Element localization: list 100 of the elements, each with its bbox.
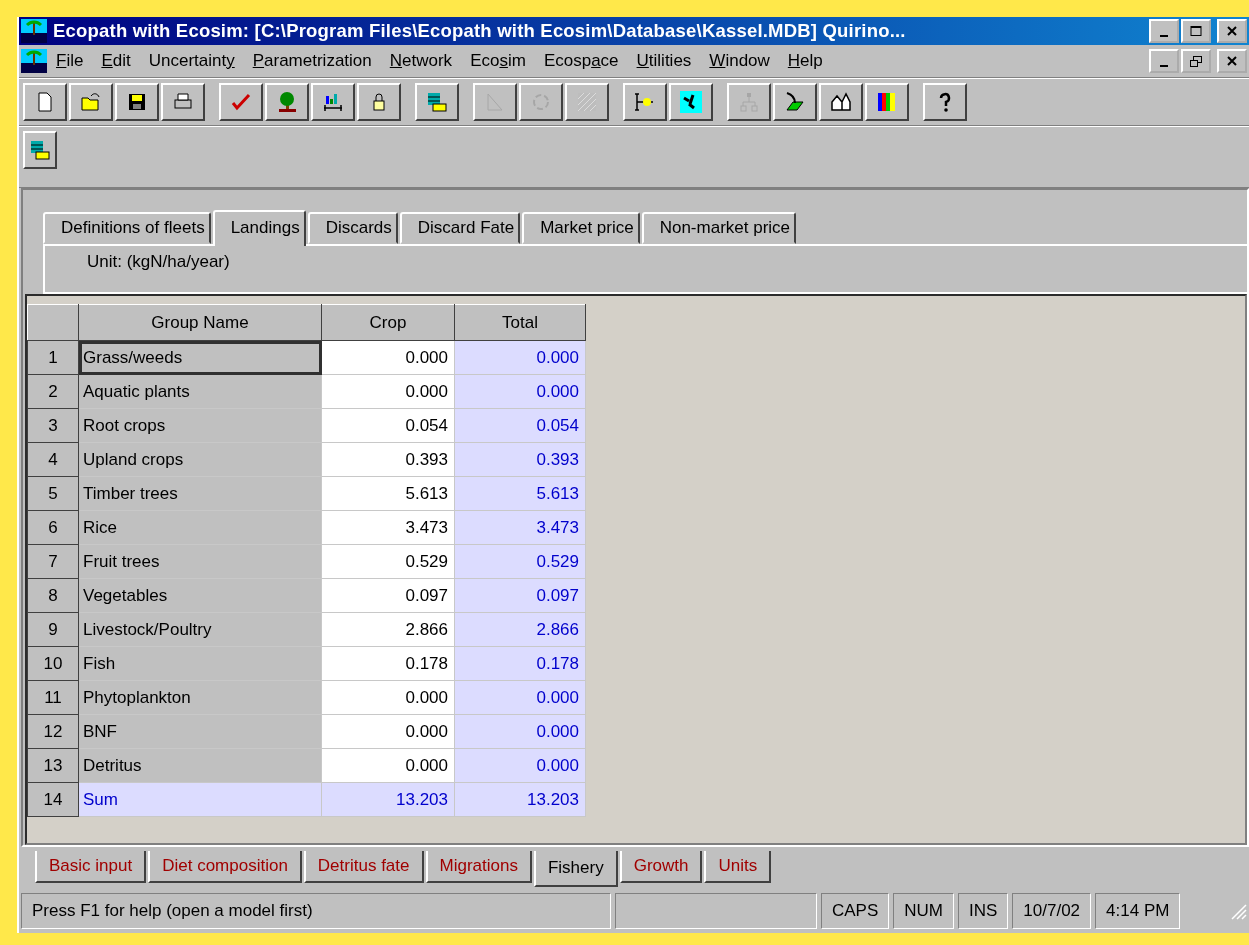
table-cell[interactable]: 0.054 bbox=[321, 408, 455, 443]
toolbar-button[interactable] bbox=[23, 83, 67, 121]
table-cell[interactable]: 0.178 bbox=[321, 646, 455, 681]
table-cell[interactable]: 0.529 bbox=[321, 544, 455, 579]
toolbar-button[interactable] bbox=[819, 83, 863, 121]
menu-item[interactable]: Edit bbox=[92, 51, 140, 71]
table-cell[interactable]: Sum bbox=[78, 782, 322, 817]
table-cell[interactable]: Livestock/Poultry bbox=[78, 612, 322, 647]
tab[interactable]: Discard Fate bbox=[399, 212, 521, 244]
tab[interactable]: Discards bbox=[307, 212, 398, 244]
toolbar-button[interactable] bbox=[865, 83, 909, 121]
table-cell[interactable]: 0.000 bbox=[321, 374, 455, 409]
toolbar-button[interactable] bbox=[115, 83, 159, 121]
table-cell[interactable]: Fish bbox=[78, 646, 322, 681]
tab[interactable]: Diet composition bbox=[148, 851, 302, 883]
close-icon bbox=[1227, 56, 1237, 66]
tab[interactable]: Migrations bbox=[425, 851, 532, 883]
menu-item[interactable]: Ecosim bbox=[461, 51, 535, 71]
toolbar-button[interactable] bbox=[669, 83, 713, 121]
menu-item[interactable]: Ecospace bbox=[534, 51, 628, 71]
close-button[interactable] bbox=[1217, 19, 1247, 43]
table-cell[interactable]: 0.000 bbox=[454, 340, 586, 375]
toolbar-button[interactable] bbox=[69, 83, 113, 121]
table-cell[interactable]: Grass/weeds bbox=[78, 340, 322, 375]
close-button[interactable] bbox=[1217, 49, 1247, 73]
row-header: 6 bbox=[27, 510, 79, 545]
tab[interactable]: Fishery bbox=[533, 851, 618, 887]
toolbar-button[interactable] bbox=[23, 131, 57, 169]
table-cell[interactable]: 5.613 bbox=[454, 476, 586, 511]
table-cell[interactable]: Root crops bbox=[78, 408, 322, 443]
table-cell[interactable]: 0.393 bbox=[321, 442, 455, 477]
table-cell[interactable]: Detritus bbox=[78, 748, 322, 783]
table-cell[interactable]: 0.000 bbox=[454, 374, 586, 409]
table-cell[interactable]: 0.000 bbox=[454, 680, 586, 715]
tab[interactable]: Detritus fate bbox=[303, 851, 424, 883]
table-cell[interactable]: Timber trees bbox=[78, 476, 322, 511]
tab[interactable]: Basic input bbox=[35, 851, 147, 883]
tab[interactable]: Landings bbox=[212, 210, 306, 246]
menu-item[interactable]: Uncertainty bbox=[139, 51, 244, 71]
table-cell[interactable]: Rice bbox=[78, 510, 322, 545]
table-cell[interactable]: 0.000 bbox=[321, 680, 455, 715]
row-header: 3 bbox=[27, 408, 79, 443]
table-cell[interactable]: 3.473 bbox=[321, 510, 455, 545]
column-header: Group Name bbox=[78, 304, 322, 341]
maximize-button[interactable] bbox=[1181, 19, 1211, 43]
table-cell[interactable]: 0.000 bbox=[454, 748, 586, 783]
table-cell[interactable]: 0.529 bbox=[454, 544, 586, 579]
toolbar-button[interactable] bbox=[265, 83, 309, 121]
table-icon bbox=[28, 138, 52, 162]
row-header: 7 bbox=[27, 544, 79, 579]
table-cell[interactable]: 0.054 bbox=[454, 408, 586, 443]
table-cell[interactable]: 0.000 bbox=[321, 340, 455, 375]
toolbar-button[interactable] bbox=[311, 83, 355, 121]
minimize-icon bbox=[1160, 35, 1168, 37]
table-cell[interactable]: 0.097 bbox=[321, 578, 455, 613]
table-cell[interactable]: 2.866 bbox=[321, 612, 455, 647]
menu-item[interactable]: Window bbox=[700, 51, 779, 71]
table-cell[interactable]: 0.097 bbox=[454, 578, 586, 613]
table-cell[interactable]: Vegetables bbox=[78, 578, 322, 613]
restore-button[interactable] bbox=[1181, 49, 1211, 73]
toolbar-button[interactable] bbox=[623, 83, 667, 121]
table-cell[interactable]: Aquatic plants bbox=[78, 374, 322, 409]
menu-item[interactable]: File bbox=[47, 51, 93, 71]
maximize-icon bbox=[1190, 26, 1202, 36]
table-cell[interactable]: 13.203 bbox=[454, 782, 586, 817]
row-header: 10 bbox=[27, 646, 79, 681]
toolbar-button[interactable] bbox=[415, 83, 459, 121]
menu-item[interactable]: Network bbox=[380, 51, 462, 71]
table-cell[interactable]: 0.000 bbox=[454, 714, 586, 749]
table-cell[interactable]: 2.866 bbox=[454, 612, 586, 647]
tab[interactable]: Growth bbox=[619, 851, 703, 883]
menu-item[interactable]: Utilities bbox=[627, 51, 701, 71]
table-cell[interactable]: 13.203 bbox=[321, 782, 455, 817]
menu-item[interactable]: Parametrization bbox=[243, 51, 381, 71]
table-cell[interactable]: 0.178 bbox=[454, 646, 586, 681]
row-header: 4 bbox=[27, 442, 79, 477]
menu-item[interactable]: Help bbox=[778, 51, 832, 71]
minimize-button[interactable] bbox=[1149, 19, 1179, 43]
row-header: 5 bbox=[27, 476, 79, 511]
table-cell[interactable]: 5.613 bbox=[321, 476, 455, 511]
table-cell[interactable]: 3.473 bbox=[454, 510, 586, 545]
table-cell[interactable]: Fruit trees bbox=[78, 544, 322, 579]
row-header: 14 bbox=[27, 782, 79, 817]
table-cell[interactable]: Phytoplankton bbox=[78, 680, 322, 715]
tab[interactable]: Definitions of fleets bbox=[43, 212, 211, 244]
toolbar-button[interactable] bbox=[161, 83, 205, 121]
table-cell[interactable]: Upland crops bbox=[78, 442, 322, 477]
window-title: Ecopath with Ecosim: [C:\Program Files\Ecopath with Ecosim\Database\Kassel.MDB] Quirino... bbox=[53, 20, 907, 42]
table-cell[interactable]: 0.000 bbox=[321, 748, 455, 783]
toolbar-button[interactable] bbox=[773, 83, 817, 121]
tab[interactable]: Non-market price bbox=[641, 212, 797, 244]
toolbar-button[interactable] bbox=[219, 83, 263, 121]
toolbar-button[interactable] bbox=[923, 83, 967, 121]
minimize-button[interactable] bbox=[1149, 49, 1179, 73]
tab[interactable]: Units bbox=[704, 851, 772, 883]
tab[interactable]: Market price bbox=[522, 212, 640, 244]
table-cell[interactable]: BNF bbox=[78, 714, 322, 749]
table-cell[interactable]: 0.393 bbox=[454, 442, 586, 477]
table-cell[interactable]: 0.000 bbox=[321, 714, 455, 749]
toolbar-button[interactable] bbox=[357, 83, 401, 121]
